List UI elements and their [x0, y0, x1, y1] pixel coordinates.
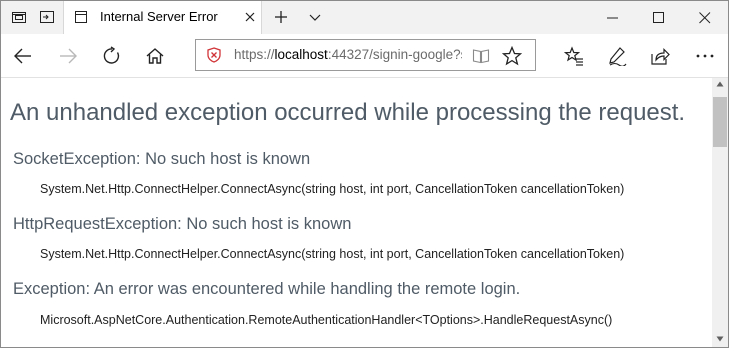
- title-bar: Internal Server Error: [1, 1, 728, 34]
- tab-preview-icon[interactable]: [39, 9, 55, 25]
- navigation-bar: https://localhost:44327/signin-google?s: [1, 34, 728, 78]
- url-text[interactable]: https://localhost:44327/signin-google?s: [234, 47, 462, 62]
- minimize-icon: [607, 17, 618, 19]
- browser-window: Internal Server Error https://localhost:…: [0, 0, 729, 348]
- minimize-button[interactable]: [590, 1, 636, 34]
- url-rest: :44327/signin-google?s: [327, 47, 462, 62]
- stack-trace-line[interactable]: System.Net.Http.ConnectHelper.ConnectAsy…: [40, 247, 624, 261]
- reading-view-icon[interactable]: [472, 47, 490, 65]
- favorite-star-icon[interactable]: [501, 45, 523, 66]
- page-heading: An unhandled exception occurred while pr…: [10, 99, 686, 126]
- shield-warning-icon[interactable]: [206, 47, 222, 63]
- forward-arrow-icon[interactable]: [58, 46, 78, 66]
- tab-set-aside-icon[interactable]: [11, 9, 27, 25]
- scroll-up-arrow-icon[interactable]: [716, 81, 724, 87]
- tab-active[interactable]: Internal Server Error: [63, 1, 262, 34]
- refresh-icon[interactable]: [102, 46, 122, 66]
- close-window-icon: [699, 12, 711, 24]
- scroll-thumb[interactable]: [713, 97, 727, 147]
- exception-title: SocketException: No such host is known: [13, 150, 311, 168]
- notes-pen-icon[interactable]: [607, 46, 627, 67]
- tab-list-chevron-icon[interactable]: [307, 9, 323, 25]
- tab-title: Internal Server Error: [100, 9, 218, 24]
- scroll-down-arrow-icon[interactable]: [716, 336, 724, 342]
- more-dots-icon[interactable]: [695, 46, 715, 66]
- maximize-icon: [653, 12, 664, 23]
- new-tab-plus-icon[interactable]: [273, 9, 289, 25]
- close-window-button[interactable]: [682, 1, 728, 34]
- favorites-hub-icon[interactable]: [563, 46, 584, 66]
- close-icon[interactable]: [242, 9, 258, 25]
- stack-trace-line[interactable]: Microsoft.AspNetCore.Authentication.Remo…: [40, 313, 612, 327]
- page-icon: [74, 10, 88, 24]
- stack-trace-line[interactable]: System.Net.Http.ConnectHelper.ConnectAsy…: [40, 182, 624, 196]
- url-host: localhost: [274, 47, 328, 62]
- home-icon[interactable]: [145, 46, 165, 66]
- vertical-scrollbar[interactable]: [712, 78, 728, 347]
- share-icon[interactable]: [650, 46, 670, 66]
- exception-title: HttpRequestException: No such host is kn…: [13, 215, 352, 233]
- page-content: An unhandled exception occurred while pr…: [1, 78, 712, 347]
- exception-title: Exception: An error was encountered whil…: [13, 280, 521, 298]
- maximize-button[interactable]: [636, 1, 682, 34]
- url-prefix: https://: [234, 47, 275, 62]
- address-bar[interactable]: https://localhost:44327/signin-google?s: [195, 39, 536, 71]
- back-arrow-icon[interactable]: [13, 46, 33, 66]
